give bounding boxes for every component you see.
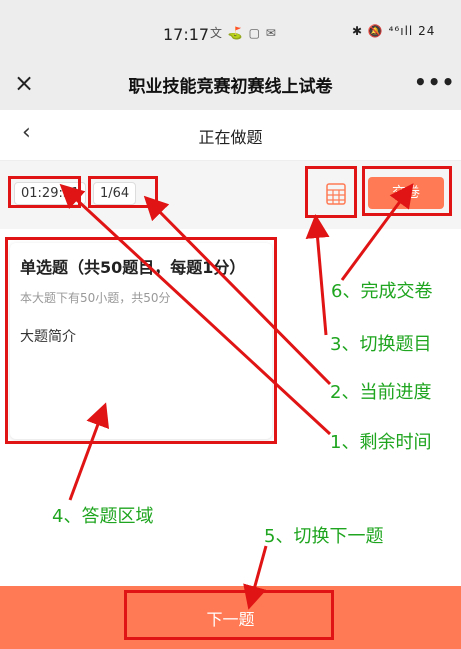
page-title: 正在做题 <box>198 128 263 147</box>
app-title: 职业技能竞赛初赛线上试卷 <box>128 77 333 97</box>
timer-highlight-box <box>8 176 81 208</box>
progress-highlight-box <box>88 176 158 208</box>
status-system-icons: ✱ 🔕 ⁴⁶ıll 24 <box>352 24 436 38</box>
annotation-time: 1、剩余时间 <box>330 432 432 453</box>
answer-area-highlight-box <box>5 237 277 444</box>
annotation-next: 5、切换下一题 <box>264 526 384 547</box>
annotation-submit: 6、完成交卷 <box>331 281 433 302</box>
status-time: 17:17 <box>163 25 210 44</box>
more-icon[interactable]: ••• <box>414 70 455 94</box>
grid-highlight-box <box>305 166 357 218</box>
submit-highlight-box <box>362 166 452 216</box>
annotation-switch-question: 3、切换题目 <box>330 334 432 355</box>
next-highlight-box <box>124 590 334 640</box>
annotation-answer-area: 4、答题区域 <box>52 506 154 527</box>
arrow-grid <box>305 214 330 336</box>
status-app-icons: 文 ⛳ ▢ ✉ <box>210 26 277 40</box>
annotation-progress: 2、当前进度 <box>330 382 432 403</box>
